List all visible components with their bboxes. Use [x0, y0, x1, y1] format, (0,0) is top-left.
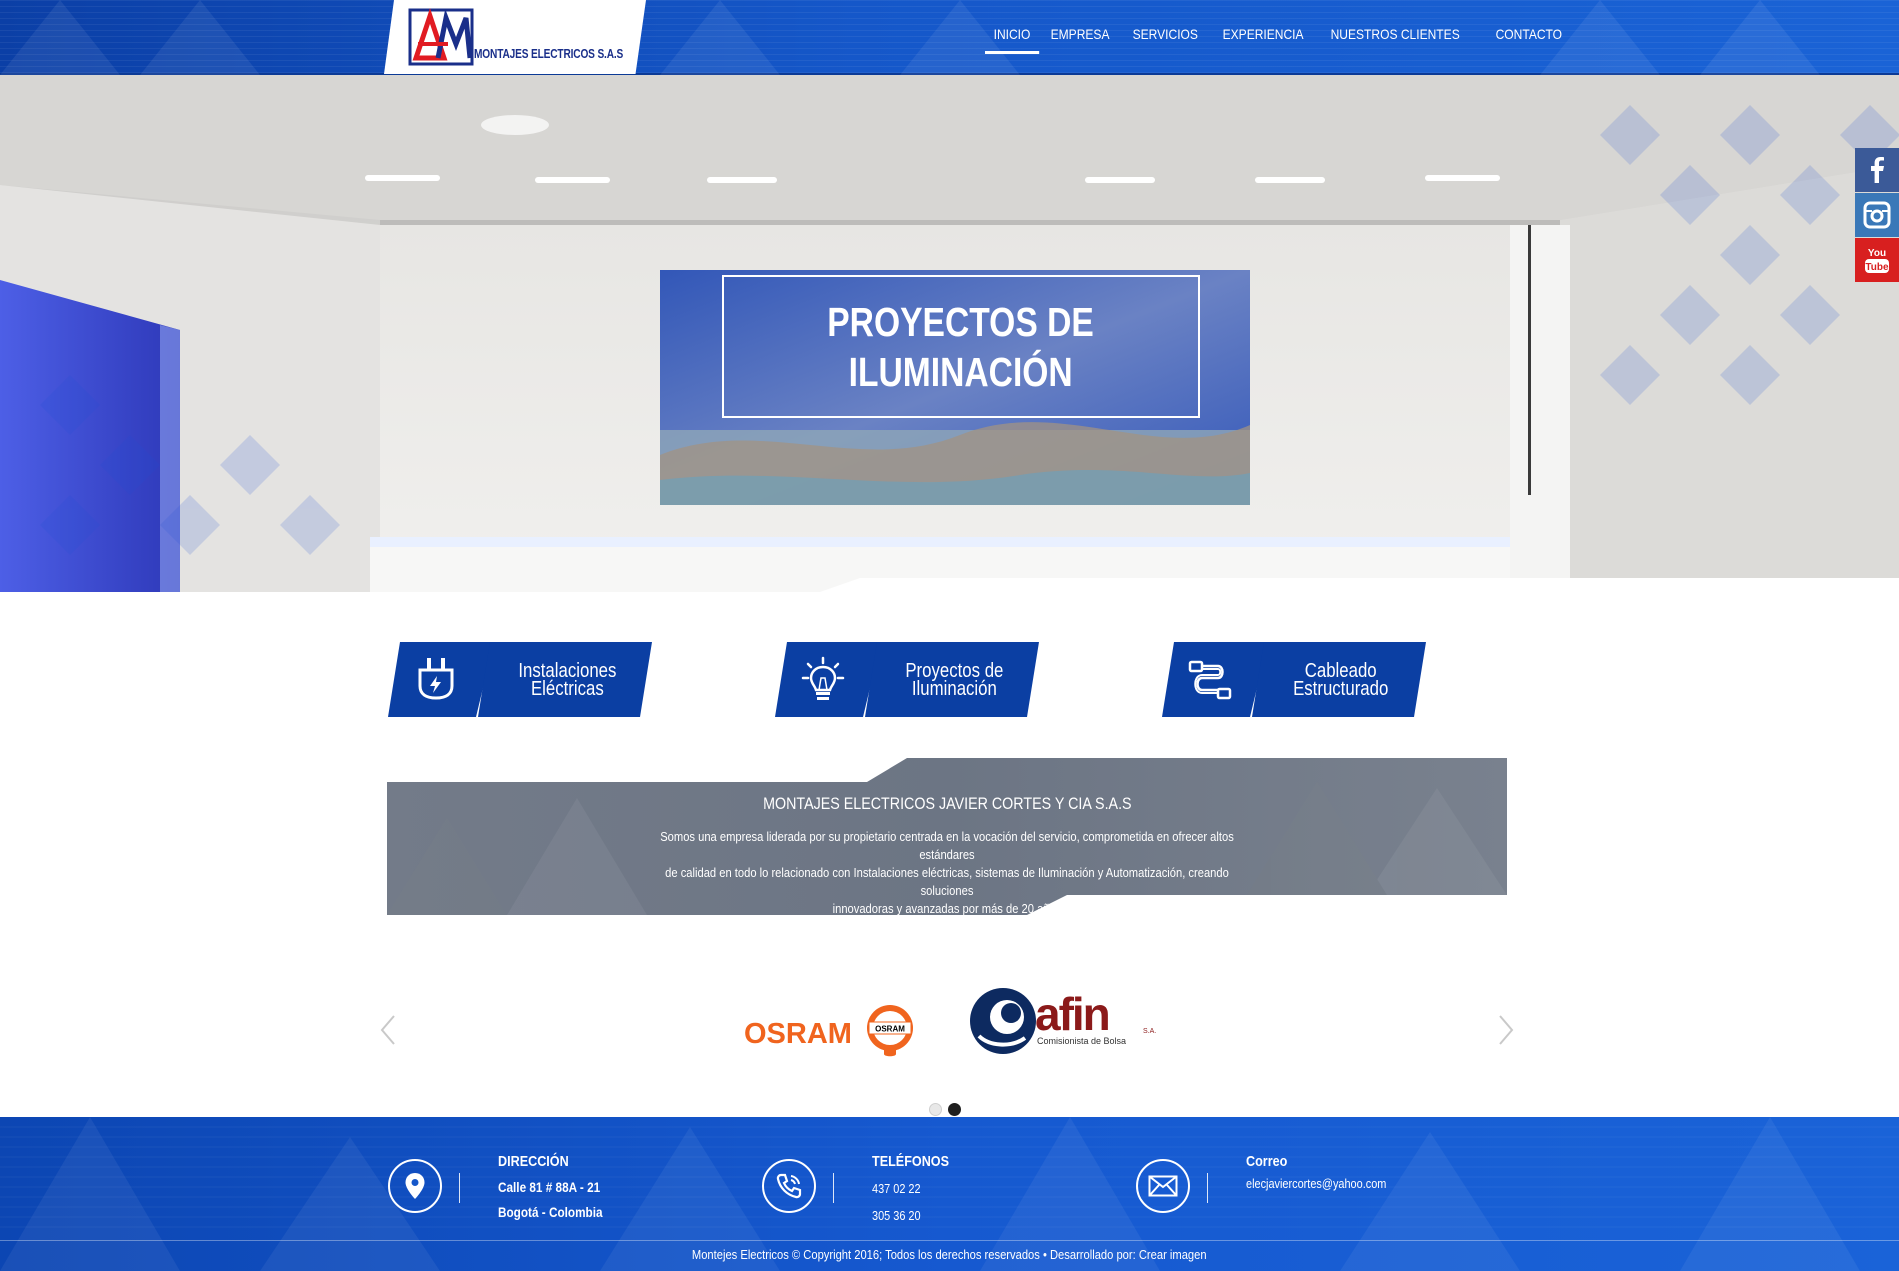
- service-icon-box: [775, 642, 881, 717]
- nav-item-experiencia[interactable]: EXPERIENCIA: [1214, 24, 1312, 54]
- main-nav: INICIO EMPRESA SERVICIOS EXPERIENCIA NUE…: [985, 24, 1578, 54]
- hero-title-frame: PROYECTOS DE ILUMINACIÓN: [722, 275, 1200, 418]
- site-logo[interactable]: MONTAJES ELECTRICOS S.A.S: [384, 0, 646, 74]
- address-line2: Bogotá - Colombia: [498, 1204, 603, 1220]
- footer-address: DIRECCIÓN Calle 81 # 88A - 21 Bogotá - C…: [388, 1139, 708, 1239]
- carousel-dot-1[interactable]: [929, 1103, 942, 1116]
- phone-line1[interactable]: 437 02 22: [872, 1175, 949, 1202]
- address-icon-circle: [388, 1159, 442, 1213]
- logo-text: MONTAJES ELECTRICOS S.A.S: [474, 46, 624, 61]
- lightbulb-icon: [801, 656, 845, 700]
- address-heading: DIRECCIÓN: [498, 1153, 569, 1170]
- nav-item-inicio[interactable]: INICIO: [985, 24, 1039, 54]
- osram-wordmark: OSRAM: [744, 1018, 852, 1050]
- phones-text: TELÉFONOS 437 02 22 305 36 20: [872, 1153, 964, 1229]
- map-pin-icon: [405, 1173, 425, 1199]
- service-label: Cableado Estructurado: [1293, 659, 1389, 700]
- copyright-text: Montejes Electricos © Copyright 2016; To…: [692, 1247, 1207, 1262]
- instagram-button[interactable]: [1855, 193, 1899, 237]
- phone-icon: [776, 1173, 802, 1199]
- service-icon-box: [1162, 642, 1268, 717]
- service-instalaciones-electricas[interactable]: Instalaciones Eléctricas: [388, 642, 652, 717]
- about-text-line3: innovadoras y avanzadas por más de 20 añ…: [832, 901, 1062, 916]
- social-sidebar: You Tube: [1855, 148, 1899, 283]
- email-address[interactable]: elecjaviercortes@yahoo.com: [1246, 1175, 1386, 1195]
- about-text: Somos una empresa liderada por su propie…: [599, 828, 1295, 918]
- footer-email: Correo elecjaviercortes@yahoo.com: [1136, 1139, 1496, 1239]
- footer-phones: TELÉFONOS 437 02 22 305 36 20: [762, 1139, 1082, 1239]
- cable-icon: [1188, 660, 1232, 699]
- footer-separator: [1207, 1173, 1208, 1203]
- facebook-button[interactable]: [1855, 148, 1899, 192]
- copyright-bar: Montejes Electricos © Copyright 2016; To…: [0, 1240, 1899, 1262]
- carousel-dot-2[interactable]: [948, 1103, 961, 1116]
- nav-item-contacto[interactable]: CONTACTO: [1487, 24, 1571, 54]
- service-label-box: Instalaciones Eléctricas: [478, 642, 652, 717]
- carousel-next-arrow[interactable]: [1494, 1010, 1518, 1050]
- logo-emblem: [408, 8, 474, 66]
- about-title: MONTAJES ELECTRICOS JAVIER CORTES Y CIA …: [762, 794, 1132, 813]
- service-proyectos-de-iluminacion[interactable]: Proyectos de Iluminación: [775, 642, 1039, 717]
- nav-item-nuestros-clientes[interactable]: NUESTROS CLIENTES: [1322, 24, 1468, 54]
- mail-icon-circle: [1136, 1159, 1190, 1213]
- afin-suffix: S.A.: [1143, 1028, 1156, 1035]
- instagram-icon: [1863, 201, 1891, 229]
- address-line1: Calle 81 # 88A - 21: [498, 1179, 601, 1195]
- youtube-button[interactable]: You Tube: [1855, 238, 1899, 282]
- service-cableado-estructurado[interactable]: Cableado Estructurado: [1162, 642, 1426, 717]
- nav-item-empresa[interactable]: EMPRESA: [1042, 24, 1118, 54]
- service-label: Proyectos de Iluminación: [904, 659, 1004, 700]
- afin-tagline: Comisionista de Bolsa: [1037, 1036, 1126, 1046]
- partners-carousel: OSRAM OSRAM afin S.A. Comisionista de Bo…: [370, 960, 1520, 1110]
- facebook-icon: [1871, 157, 1884, 183]
- hero-title-line1: PROYECTOS DE: [827, 298, 1095, 345]
- afin-wordmark: afin: [1035, 988, 1109, 1040]
- osram-badge-text: OSRAM: [875, 1025, 905, 1034]
- email-heading: Correo: [1246, 1153, 1288, 1170]
- service-label-box: Proyectos de Iluminación: [865, 642, 1039, 717]
- osram-logo[interactable]: OSRAM OSRAM: [744, 996, 919, 1066]
- phone-line2[interactable]: 305 36 20: [872, 1202, 949, 1229]
- about-band: MONTAJES ELECTRICOS JAVIER CORTES Y CIA …: [387, 758, 1507, 918]
- address-text: DIRECCIÓN Calle 81 # 88A - 21 Bogotá - C…: [498, 1153, 622, 1225]
- footer-separator: [459, 1173, 460, 1203]
- email-text: Correo elecjaviercortes@yahoo.com: [1246, 1153, 1413, 1195]
- youtube-icon: You Tube: [1865, 248, 1889, 273]
- mail-icon: [1148, 1175, 1178, 1197]
- phones-heading: TELÉFONOS: [872, 1153, 950, 1170]
- about-text-line1: Somos una empresa liderada por su propie…: [660, 829, 1234, 862]
- site-header: MONTAJES ELECTRICOS S.A.S INICIO EMPRESA…: [0, 0, 1899, 75]
- about-text-line2: de calidad en todo lo relacionado con In…: [665, 865, 1229, 898]
- svg-text:Tube: Tube: [1865, 262, 1889, 273]
- hero-title-line2: ILUMINACIÓN: [848, 348, 1074, 395]
- service-icon-box: [388, 642, 494, 717]
- site-footer: DIRECCIÓN Calle 81 # 88A - 21 Bogotá - C…: [0, 1117, 1899, 1271]
- phone-icon-circle: [762, 1159, 816, 1213]
- hero-slider: PROYECTOS DE ILUMINACIÓN: [0, 75, 1899, 592]
- carousel-dots: [929, 1103, 961, 1116]
- svg-text:You: You: [1868, 248, 1886, 259]
- service-label-box: Cableado Estructurado: [1252, 642, 1426, 717]
- nav-item-servicios[interactable]: SERVICIOS: [1124, 24, 1207, 54]
- afin-logo[interactable]: afin S.A. Comisionista de Bolsa: [967, 974, 1167, 1054]
- plug-icon: [418, 657, 454, 700]
- header-pattern: [0, 0, 1820, 75]
- service-label: Instalaciones Eléctricas: [517, 659, 617, 700]
- carousel-prev-arrow[interactable]: [376, 1010, 400, 1050]
- footer-separator: [833, 1173, 834, 1203]
